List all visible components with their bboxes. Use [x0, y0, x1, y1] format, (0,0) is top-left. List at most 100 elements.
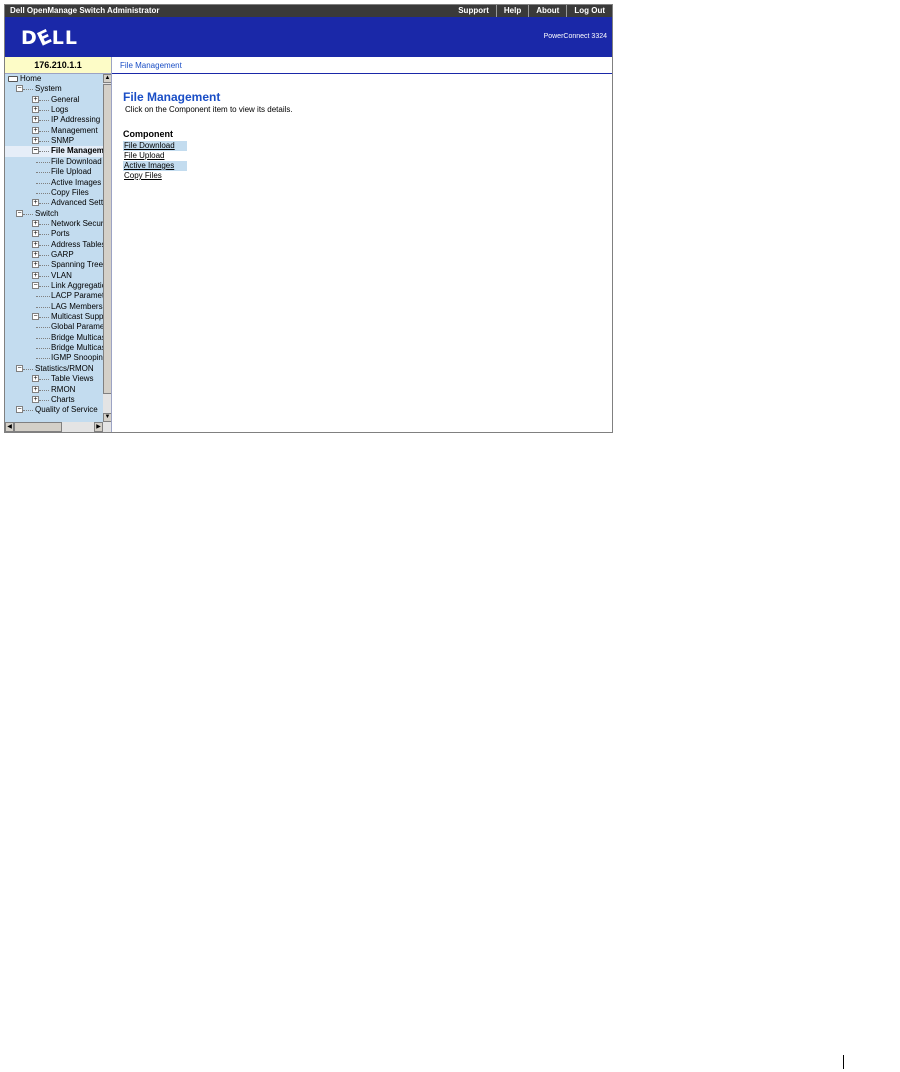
tree-item[interactable]: IGMP Snooping — [5, 353, 103, 363]
tree-item-label: General — [51, 94, 80, 104]
collapse-icon[interactable]: − — [32, 313, 39, 321]
file-download-link[interactable]: File Download — [123, 141, 187, 151]
tree-connector — [36, 337, 50, 339]
collapse-icon[interactable]: − — [16, 209, 23, 217]
tree-item[interactable]: File Upload — [5, 167, 103, 177]
tree-item[interactable]: + GARP — [5, 250, 103, 260]
tree-vertical-scrollbar[interactable]: ▲ ▼ — [103, 74, 111, 422]
expand-icon[interactable]: + — [32, 219, 39, 227]
expand-icon[interactable]: + — [32, 199, 39, 207]
tree-item[interactable]: + Spanning Tree — [5, 260, 103, 270]
active-images-link[interactable]: Active Images — [123, 161, 187, 171]
scroll-thumb-horizontal[interactable] — [14, 422, 62, 432]
tree-item-label: System — [35, 84, 62, 94]
tree-item[interactable]: + General — [5, 95, 103, 105]
device-ip: 176.210.1.1 — [5, 57, 112, 74]
tree-item[interactable]: + Network Security — [5, 219, 103, 229]
expand-icon[interactable]: + — [32, 95, 39, 103]
switch-admin-window: Dell OpenManage Switch Administrator Sup… — [4, 4, 613, 433]
tree-item[interactable]: + SNMP — [5, 136, 103, 146]
collapse-icon[interactable]: − — [16, 364, 23, 372]
tree-item[interactable]: − File Management — [5, 146, 103, 157]
tree-item[interactable]: − Multicast Support — [5, 312, 103, 322]
tree-item[interactable]: + VLAN — [5, 271, 103, 281]
tree-item[interactable]: + RMON — [5, 385, 103, 395]
tree-list: Home − System + General + Logs + IP Addressing + M… — [5, 74, 103, 422]
scroll-right-arrow-icon[interactable]: ▶ — [94, 422, 103, 432]
tree-item[interactable]: − Statistics/RMON — [5, 364, 103, 374]
tree-connector — [36, 161, 50, 163]
expand-icon[interactable]: + — [32, 106, 39, 114]
collapse-icon[interactable]: − — [32, 282, 39, 289]
tree-item-label: File Upload — [51, 167, 92, 177]
tree-item[interactable]: + IP Addressing — [5, 115, 103, 125]
tree-item[interactable]: Home — [5, 74, 103, 84]
expand-icon[interactable]: + — [32, 250, 39, 258]
tree-item[interactable]: + Table Views — [5, 374, 103, 384]
expand-icon[interactable]: + — [32, 126, 39, 134]
expand-icon[interactable]: + — [32, 375, 39, 383]
app-title: Dell OpenManage Switch Administrator — [10, 6, 160, 15]
nav-support-link[interactable]: Support — [451, 5, 496, 17]
tree-connector — [36, 172, 50, 174]
tree-item[interactable]: Copy Files — [5, 188, 103, 198]
tree-item[interactable]: − Quality of Service — [5, 405, 103, 415]
scroll-left-arrow-icon[interactable]: ◀ — [5, 422, 14, 432]
tree-item[interactable]: File Download — [5, 157, 103, 167]
tree-item-label: Charts — [51, 394, 75, 404]
file-upload-link[interactable]: File Upload — [123, 151, 187, 161]
tree-item[interactable]: Active Images — [5, 178, 103, 188]
scroll-down-arrow-icon[interactable]: ▼ — [103, 413, 111, 422]
tree-item[interactable]: − Link Aggregation — [5, 281, 103, 291]
expand-icon[interactable]: + — [32, 385, 39, 393]
tree-connector — [39, 110, 49, 112]
tree-connector — [23, 368, 33, 370]
expand-icon[interactable]: + — [32, 137, 39, 145]
tree-item-label: IGMP Snooping — [51, 353, 103, 363]
tree-item[interactable]: + Advanced Settings — [5, 198, 103, 208]
tree-item[interactable]: + Logs — [5, 105, 103, 115]
collapse-icon[interactable]: − — [16, 406, 23, 414]
nav-about-link[interactable]: About — [528, 5, 566, 17]
collapse-icon[interactable]: − — [16, 85, 23, 93]
tree-item[interactable]: LACP Parameters — [5, 291, 103, 301]
expand-icon[interactable]: + — [32, 240, 39, 248]
tree-connector — [36, 192, 50, 194]
tree-horizontal-scrollbar[interactable]: ◀ ▶ — [5, 422, 111, 432]
expand-icon[interactable]: + — [32, 230, 39, 238]
tree-item[interactable]: Bridge Multicast — [5, 333, 103, 343]
tree-item[interactable]: − System — [5, 84, 103, 94]
tree-connector — [36, 358, 50, 360]
tree-connector — [39, 203, 49, 205]
tree-item[interactable]: + Ports — [5, 229, 103, 239]
tree-item-label: Active Images — [51, 177, 102, 187]
tree-item[interactable]: Bridge Multicast — [5, 343, 103, 353]
tree-item[interactable]: Global Parameters — [5, 322, 103, 332]
tree-item[interactable]: LAG Membership — [5, 302, 103, 312]
copy-files-link[interactable]: Copy Files — [123, 171, 187, 181]
tree-item-label: Switch — [35, 208, 59, 218]
tree-connector — [39, 141, 49, 143]
scroll-up-arrow-icon[interactable]: ▲ — [103, 74, 111, 83]
nav-logout-link[interactable]: Log Out — [566, 5, 612, 17]
tree-item[interactable]: + Management — [5, 126, 103, 136]
tree-item[interactable]: + Charts — [5, 395, 103, 405]
tree-item[interactable]: + Address Tables — [5, 240, 103, 250]
tree-connector — [39, 265, 49, 267]
page-title: File Management — [123, 90, 221, 104]
scroll-thumb[interactable] — [103, 84, 111, 394]
tree-item-label: VLAN — [51, 270, 72, 280]
tree-item-label: Logs — [51, 105, 69, 115]
tree-item[interactable]: − Switch — [5, 209, 103, 219]
collapse-icon[interactable]: − — [32, 147, 39, 155]
tree-connector — [39, 120, 49, 122]
expand-icon[interactable]: + — [32, 261, 39, 269]
tree-item-label: Advanced Settings — [51, 198, 103, 208]
tree-connector — [39, 254, 49, 256]
expand-icon[interactable]: + — [32, 395, 39, 403]
tree-item-label: LAG Membership — [51, 301, 103, 311]
nav-help-link[interactable]: Help — [495, 5, 528, 17]
expand-icon[interactable]: + — [32, 116, 39, 124]
tree-item-label: Copy Files — [51, 187, 89, 197]
expand-icon[interactable]: + — [32, 271, 39, 279]
